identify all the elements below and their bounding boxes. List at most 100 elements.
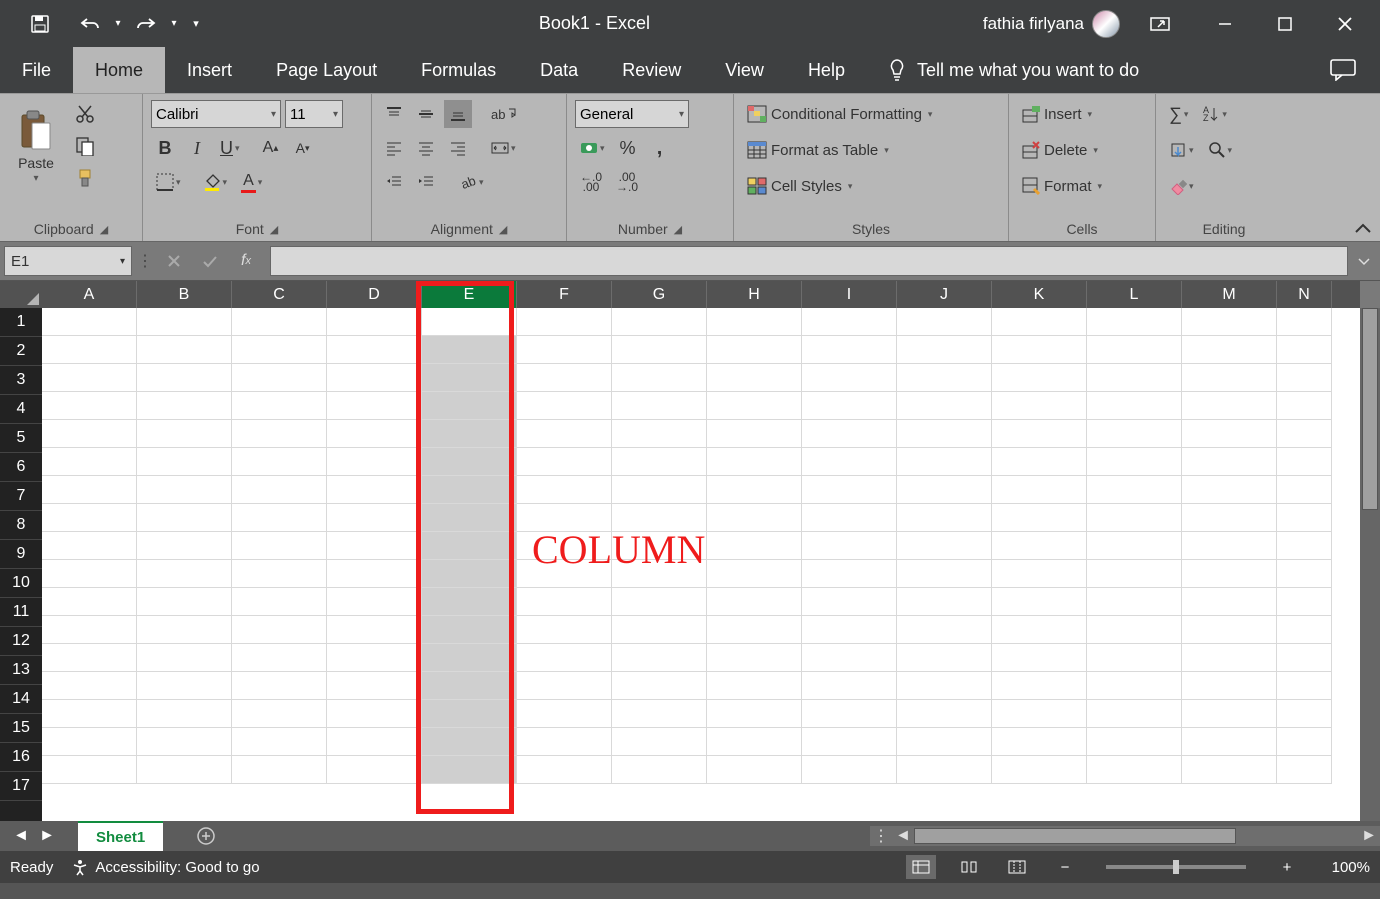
- cell[interactable]: [232, 560, 327, 588]
- cell[interactable]: [422, 560, 517, 588]
- cell[interactable]: [422, 364, 517, 392]
- cell[interactable]: [137, 672, 232, 700]
- cell-styles-button[interactable]: Cell Styles▾: [742, 172, 937, 200]
- cell[interactable]: [1087, 560, 1182, 588]
- undo-dropdown-icon[interactable]: ▾: [110, 8, 126, 40]
- column-header-K[interactable]: K: [992, 281, 1087, 308]
- cell[interactable]: [707, 420, 802, 448]
- cell[interactable]: [422, 476, 517, 504]
- cell[interactable]: [612, 448, 707, 476]
- select-all-button[interactable]: [0, 281, 42, 308]
- percent-icon[interactable]: %: [614, 134, 642, 162]
- clear-icon[interactable]: ▾: [1164, 172, 1199, 200]
- cell[interactable]: [612, 532, 707, 560]
- cell[interactable]: [992, 700, 1087, 728]
- cell[interactable]: [1182, 588, 1277, 616]
- row-header-15[interactable]: 15: [0, 714, 42, 743]
- cell[interactable]: [137, 364, 232, 392]
- zoom-out-icon[interactable]: −: [1050, 855, 1080, 879]
- cell[interactable]: [1182, 560, 1277, 588]
- underline-button[interactable]: U▾: [215, 134, 245, 162]
- cell[interactable]: [992, 616, 1087, 644]
- cell[interactable]: [992, 448, 1087, 476]
- cell[interactable]: [517, 532, 612, 560]
- column-header-L[interactable]: L: [1087, 281, 1182, 308]
- row-header-12[interactable]: 12: [0, 627, 42, 656]
- row-header-2[interactable]: 2: [0, 337, 42, 366]
- cell[interactable]: [232, 616, 327, 644]
- column-header-G[interactable]: G: [612, 281, 707, 308]
- cell[interactable]: [327, 392, 422, 420]
- sheet-tab[interactable]: Sheet1: [78, 821, 163, 851]
- row-header-16[interactable]: 16: [0, 743, 42, 772]
- cell[interactable]: [1277, 644, 1332, 672]
- cell[interactable]: [327, 364, 422, 392]
- collapse-ribbon-icon[interactable]: [1354, 223, 1372, 235]
- cell[interactable]: [802, 616, 897, 644]
- cell[interactable]: [42, 308, 137, 336]
- cell[interactable]: [1182, 644, 1277, 672]
- column-header-D[interactable]: D: [327, 281, 422, 308]
- cell[interactable]: [992, 392, 1087, 420]
- page-break-view-icon[interactable]: [1002, 855, 1032, 879]
- cell[interactable]: [327, 448, 422, 476]
- borders-icon[interactable]: ▾: [151, 168, 186, 196]
- vertical-scrollbar[interactable]: [1360, 308, 1380, 821]
- cell[interactable]: [707, 392, 802, 420]
- cell[interactable]: [232, 308, 327, 336]
- cell[interactable]: [422, 588, 517, 616]
- qat-customize-icon[interactable]: ▾: [186, 8, 206, 40]
- cell[interactable]: [422, 700, 517, 728]
- cell[interactable]: [1277, 588, 1332, 616]
- column-header-E[interactable]: E: [422, 281, 517, 308]
- cell[interactable]: [1277, 336, 1332, 364]
- cell[interactable]: [137, 560, 232, 588]
- cell[interactable]: [1182, 392, 1277, 420]
- tab-help[interactable]: Help: [786, 47, 867, 93]
- cell[interactable]: [1087, 476, 1182, 504]
- cell[interactable]: [897, 700, 992, 728]
- cell[interactable]: [137, 616, 232, 644]
- cell[interactable]: [612, 364, 707, 392]
- cell[interactable]: [327, 476, 422, 504]
- row-header-17[interactable]: 17: [0, 772, 42, 801]
- cell[interactable]: [992, 728, 1087, 756]
- tab-view[interactable]: View: [703, 47, 786, 93]
- merge-center-icon[interactable]: ▾: [486, 134, 521, 162]
- cell[interactable]: [1087, 420, 1182, 448]
- cancel-formula-icon[interactable]: [158, 247, 190, 275]
- row-header-6[interactable]: 6: [0, 453, 42, 482]
- cell[interactable]: [232, 728, 327, 756]
- cell[interactable]: [897, 448, 992, 476]
- cell[interactable]: [992, 588, 1087, 616]
- font-size-combo[interactable]: 11▾: [285, 100, 343, 128]
- cell[interactable]: [137, 336, 232, 364]
- cell[interactable]: [42, 728, 137, 756]
- wrap-text-icon[interactable]: ab: [486, 100, 522, 128]
- zoom-thumb[interactable]: [1173, 860, 1179, 874]
- clipboard-dialog-icon[interactable]: ◢: [100, 223, 108, 236]
- cell[interactable]: [1277, 700, 1332, 728]
- cell[interactable]: [1182, 672, 1277, 700]
- hscroll-thumb[interactable]: [914, 828, 1236, 844]
- cell[interactable]: [897, 504, 992, 532]
- cell[interactable]: [517, 644, 612, 672]
- cell[interactable]: [802, 644, 897, 672]
- vertical-scroll-thumb[interactable]: [1362, 308, 1378, 510]
- autosum-icon[interactable]: ∑▾: [1164, 100, 1193, 128]
- cell[interactable]: [327, 644, 422, 672]
- align-left-icon[interactable]: [380, 134, 408, 162]
- cell[interactable]: [42, 364, 137, 392]
- cell[interactable]: [517, 756, 612, 784]
- cell[interactable]: [1087, 700, 1182, 728]
- cell[interactable]: [327, 420, 422, 448]
- cell[interactable]: [897, 616, 992, 644]
- column-header-J[interactable]: J: [897, 281, 992, 308]
- align-middle-icon[interactable]: [412, 100, 440, 128]
- cut-icon[interactable]: [70, 100, 100, 128]
- cell[interactable]: [992, 756, 1087, 784]
- find-select-icon[interactable]: ▾: [1203, 136, 1238, 164]
- cell[interactable]: [707, 336, 802, 364]
- font-color-icon[interactable]: A▾: [236, 168, 267, 196]
- cell[interactable]: [1277, 616, 1332, 644]
